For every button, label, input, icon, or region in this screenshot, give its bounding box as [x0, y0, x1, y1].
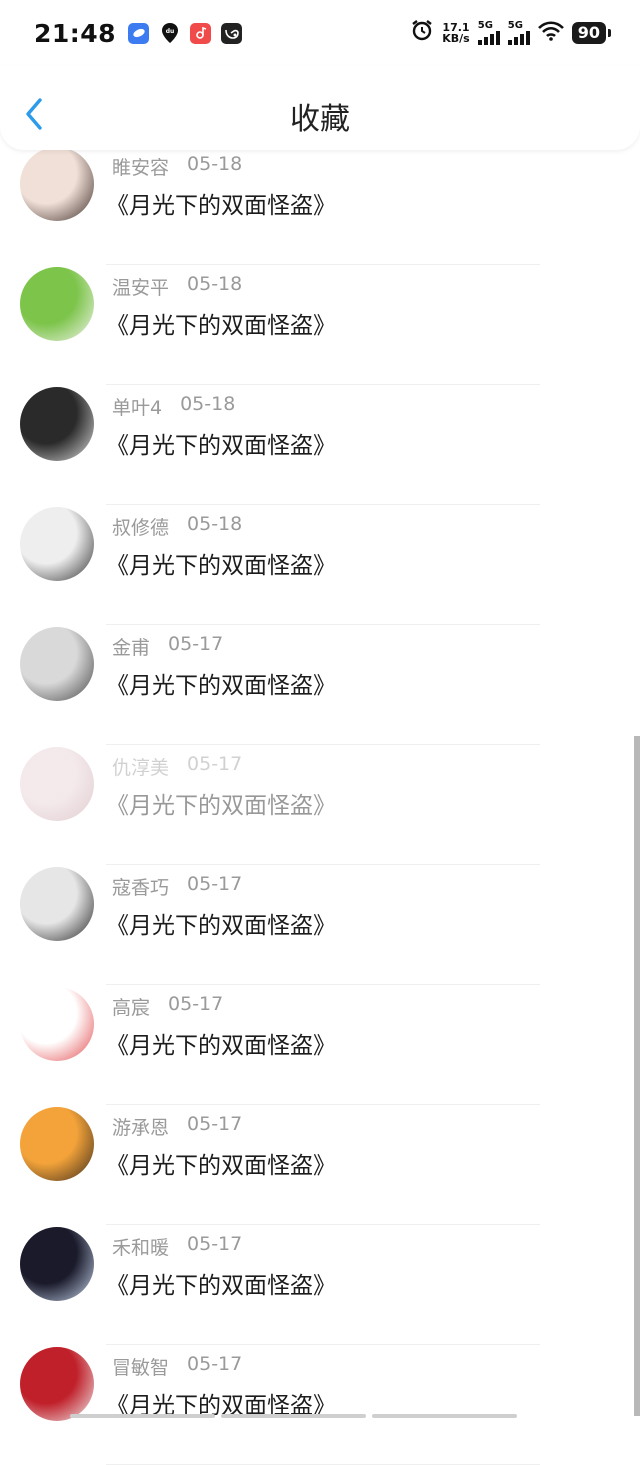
user-name: 金甫 — [112, 637, 151, 659]
list-item[interactable]: 高宸 05-17 《月光下的双面怪盗》 — [0, 985, 640, 1105]
avatar[interactable] — [20, 1107, 94, 1181]
avatar[interactable] — [20, 1227, 94, 1301]
signal-bars-icon — [507, 31, 530, 45]
item-date: 05-17 — [187, 873, 243, 895]
alarm-icon — [410, 18, 434, 48]
item-meta: 睢安容 05-18 — [112, 153, 242, 180]
user-name: 仇淳美 — [112, 757, 170, 779]
user-name: 温安平 — [112, 277, 170, 299]
signal-bars-icon — [477, 31, 500, 45]
list-item[interactable]: 单叶4 05-18 《月光下的双面怪盗》 — [0, 385, 640, 505]
book-title[interactable]: 《月光下的双面怪盗》 — [106, 906, 336, 940]
music-app-icon — [190, 22, 212, 44]
network-speed: 17.1 KB/s — [442, 22, 469, 44]
status-bar-right: 17.1 KB/s 5G 5G 90 — [410, 18, 612, 48]
sim1-label: 5G — [477, 20, 493, 31]
status-bar: 21:48 du 17.1 KB/s 5G 5G 90 — [0, 0, 640, 66]
book-title[interactable]: 《月光下的双面怪盗》 — [106, 666, 336, 700]
item-meta: 仇淳美 05-17 — [112, 753, 242, 780]
user-name: 禾和暖 — [112, 1237, 170, 1259]
blue-app-icon — [128, 22, 150, 44]
list-item[interactable]: 金甫 05-17 《月光下的双面怪盗》 — [0, 625, 640, 745]
status-time: 21:48 — [34, 18, 117, 48]
user-name: 寇香巧 — [112, 877, 170, 899]
wifi-icon — [537, 19, 564, 47]
item-date: 05-17 — [168, 633, 224, 655]
item-meta: 高宸 05-17 — [112, 993, 223, 1020]
user-name: 叔修德 — [112, 517, 170, 539]
avatar[interactable] — [20, 507, 94, 581]
item-date: 05-17 — [168, 993, 224, 1015]
sim1-signal: 5G — [477, 20, 500, 45]
avatar[interactable] — [20, 267, 94, 341]
list-item[interactable]: 游承恩 05-17 《月光下的双面怪盗》 — [0, 1105, 640, 1225]
book-title[interactable]: 《月光下的双面怪盗》 — [106, 1146, 336, 1180]
list-item[interactable]: 叔修德 05-18 《月光下的双面怪盗》 — [0, 505, 640, 625]
sim2-label: 5G — [507, 20, 523, 31]
item-date: 05-17 — [187, 1233, 243, 1255]
page-title: 收藏 — [290, 102, 350, 137]
book-title[interactable]: 《月光下的双面怪盗》 — [106, 786, 336, 820]
avatar[interactable] — [20, 627, 94, 701]
list-item[interactable]: 睢安容 05-18 《月光下的双面怪盗》 — [0, 145, 640, 265]
book-title[interactable]: 《月光下的双面怪盗》 — [106, 1026, 336, 1060]
du-location-icon: du — [159, 23, 180, 44]
item-date: 05-17 — [187, 753, 243, 775]
user-name: 单叶4 — [112, 397, 163, 419]
item-meta: 金甫 05-17 — [112, 633, 223, 660]
item-meta: 游承恩 05-17 — [112, 1113, 242, 1140]
list-item[interactable]: 温安平 05-18 《月光下的双面怪盗》 — [0, 265, 640, 385]
user-name: 高宸 — [112, 997, 151, 1019]
avatar[interactable] — [20, 987, 94, 1061]
user-name: 睢安容 — [112, 157, 170, 179]
item-date: 05-18 — [187, 153, 243, 175]
avatar[interactable] — [20, 147, 94, 221]
network-speed-unit: KB/s — [442, 32, 470, 45]
list-item[interactable]: 冒敏智 05-17 《月光下的双面怪盗》 — [0, 1345, 640, 1465]
status-bar-left: 21:48 du — [34, 18, 243, 48]
list-item[interactable]: 禾和暖 05-17 《月光下的双面怪盗》 — [0, 1225, 640, 1345]
item-date: 05-17 — [187, 1353, 243, 1375]
book-title[interactable]: 《月光下的双面怪盗》 — [106, 306, 336, 340]
item-meta: 叔修德 05-18 — [112, 513, 242, 540]
avatar[interactable] — [20, 747, 94, 821]
user-name: 冒敏智 — [112, 1357, 170, 1379]
book-title[interactable]: 《月光下的双面怪盗》 — [106, 426, 336, 460]
item-date: 05-17 — [187, 1113, 243, 1135]
scrollbar[interactable] — [634, 736, 640, 1416]
avatar[interactable] — [20, 867, 94, 941]
book-title[interactable]: 《月光下的双面怪盗》 — [106, 1266, 336, 1300]
svg-text:du: du — [165, 28, 174, 35]
sim2-signal: 5G — [507, 20, 530, 45]
avatar[interactable] — [20, 387, 94, 461]
item-date: 05-18 — [187, 513, 243, 535]
bottom-indicator-strip — [0, 1414, 640, 1422]
book-title[interactable]: 《月光下的双面怪盗》 — [106, 546, 336, 580]
item-meta: 冒敏智 05-17 — [112, 1353, 242, 1380]
uc-browser-icon — [221, 22, 243, 44]
page-header: 收藏 — [0, 66, 640, 150]
avatar[interactable] — [20, 1347, 94, 1421]
item-meta: 禾和暖 05-17 — [112, 1233, 242, 1260]
item-meta: 单叶4 05-18 — [112, 393, 235, 420]
list-item[interactable]: 寇香巧 05-17 《月光下的双面怪盗》 — [0, 865, 640, 985]
item-date: 05-18 — [180, 393, 236, 415]
book-title[interactable]: 《月光下的双面怪盗》 — [106, 186, 336, 220]
battery-indicator: 90 — [571, 22, 612, 44]
item-meta: 温安平 05-18 — [112, 273, 242, 300]
item-date: 05-18 — [187, 273, 243, 295]
item-meta: 寇香巧 05-17 — [112, 873, 242, 900]
list-item[interactable]: 仇淳美 05-17 《月光下的双面怪盗》 — [0, 745, 640, 865]
user-name: 游承恩 — [112, 1117, 170, 1139]
favorites-list: 睢安容 05-18 《月光下的双面怪盗》 温安平 05-18 《月光下的双面怪盗》 单叶4 0… — [0, 145, 640, 1465]
